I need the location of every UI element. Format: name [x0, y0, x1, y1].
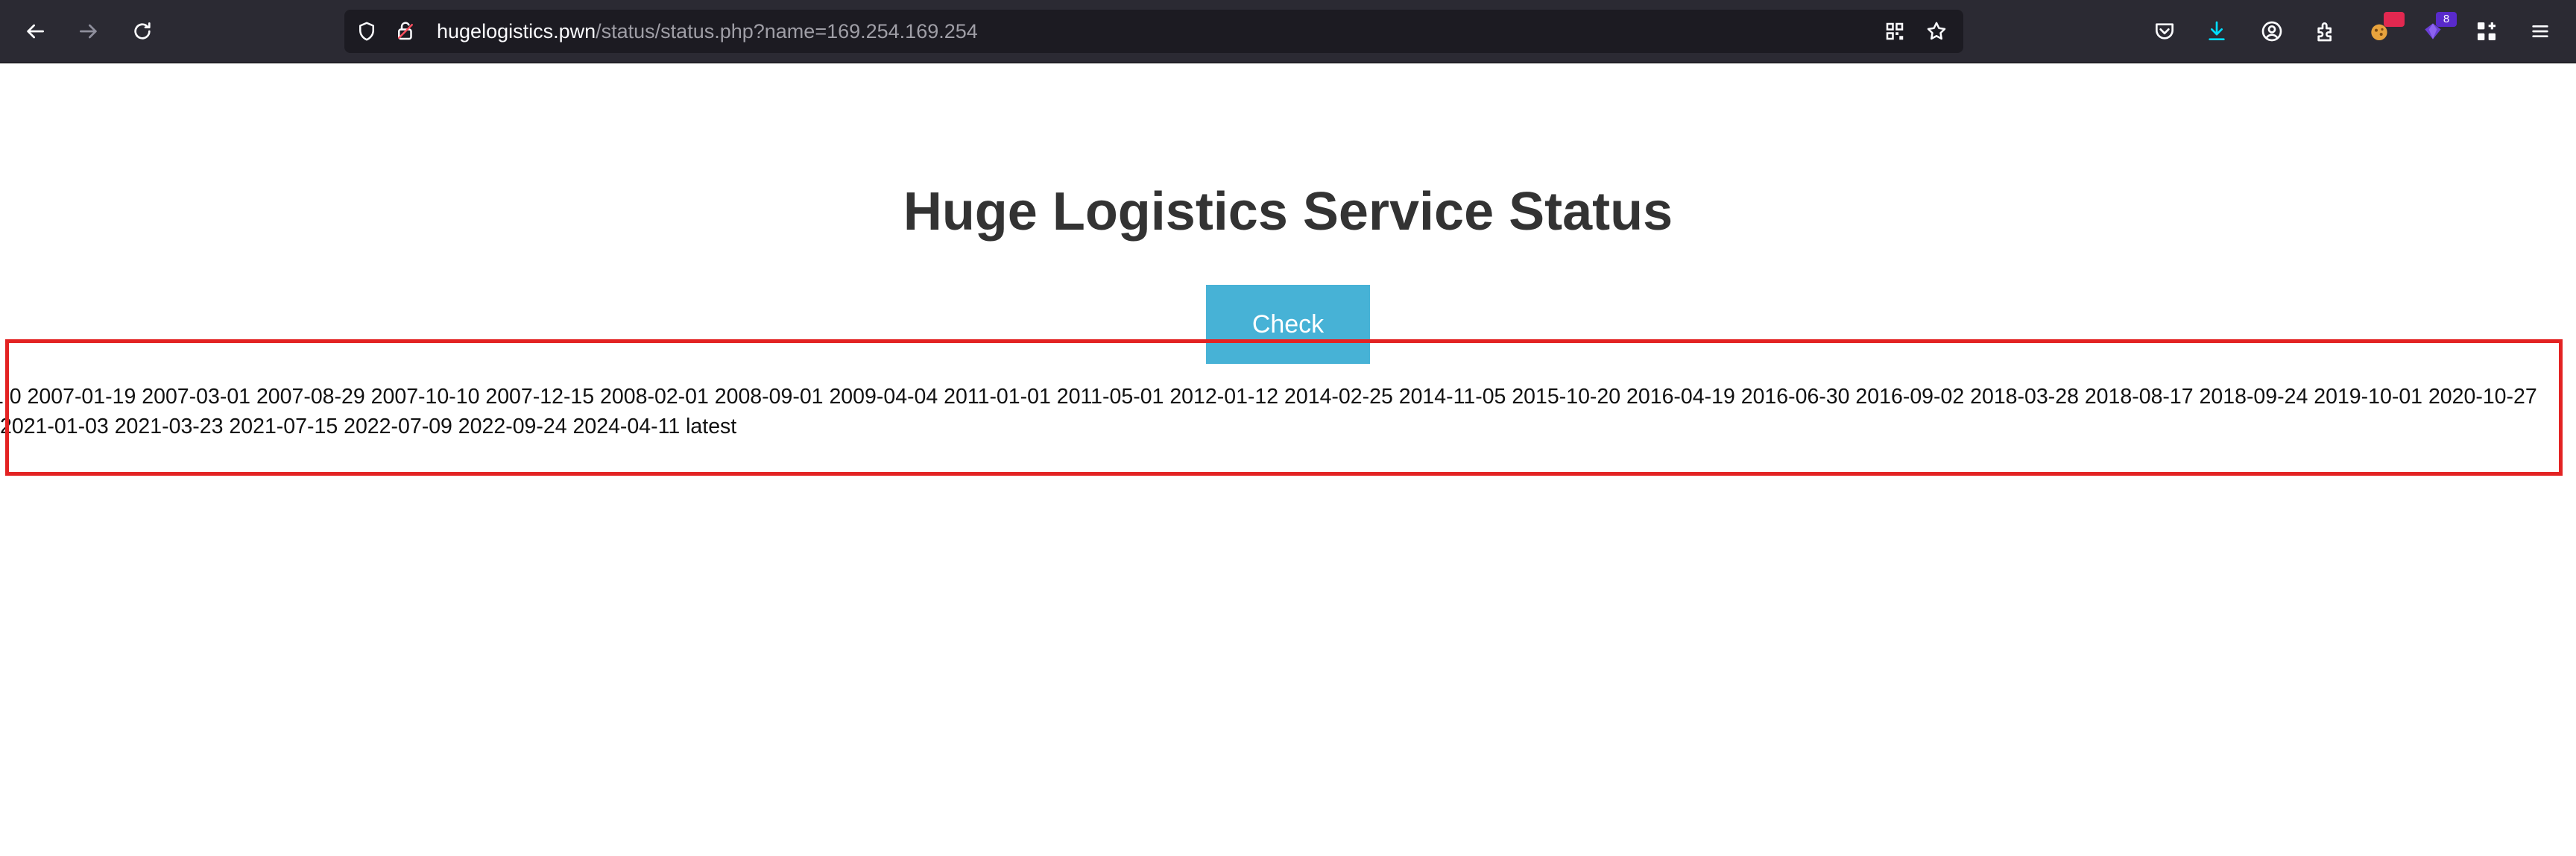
account-icon	[2261, 21, 2282, 42]
pocket-icon	[2156, 23, 2174, 40]
highlight-annotation-box	[5, 339, 2563, 476]
qr-code-icon[interactable]	[1883, 19, 1907, 43]
star-icon[interactable]	[1925, 19, 1948, 43]
pocket-button[interactable]	[2147, 13, 2182, 49]
forward-button[interactable]	[71, 13, 107, 49]
extension-purple-button[interactable]: 8	[2415, 12, 2457, 49]
reload-icon	[134, 22, 151, 40]
reload-button[interactable]	[124, 13, 160, 49]
extension-badge	[2384, 12, 2405, 27]
page-title: Huge Logistics Service Status	[903, 182, 1673, 242]
url-path: /status/status.php?name=169.254.169.254	[596, 20, 978, 43]
shield-icon[interactable]	[355, 19, 379, 43]
browser-toolbar: hugelogistics.pwn/status/status.php?name…	[0, 0, 2576, 63]
account-button[interactable]	[2254, 13, 2290, 49]
url-host: hugelogistics.pwn	[437, 20, 596, 43]
back-button[interactable]	[17, 13, 53, 49]
lock-warning-icon[interactable]	[394, 19, 417, 43]
hamburger-menu-icon	[2532, 25, 2548, 37]
url-text[interactable]: hugelogistics.pwn/status/status.php?name…	[437, 10, 978, 53]
menu-button[interactable]	[2522, 13, 2558, 49]
url-bar[interactable]: hugelogistics.pwn/status/status.php?name…	[344, 10, 1963, 53]
puzzle-icon	[2317, 22, 2332, 42]
grid-plus-icon	[2478, 22, 2496, 40]
download-icon	[2209, 21, 2225, 40]
extension-cookie-button[interactable]	[2361, 12, 2405, 49]
downloads-button[interactable]	[2199, 13, 2235, 49]
extensions-button[interactable]	[2308, 13, 2343, 49]
apps-button[interactable]	[2469, 13, 2504, 49]
arrow-right-icon	[80, 24, 97, 39]
extension-count-badge: 8	[2436, 12, 2457, 27]
arrow-left-icon	[27, 24, 44, 39]
